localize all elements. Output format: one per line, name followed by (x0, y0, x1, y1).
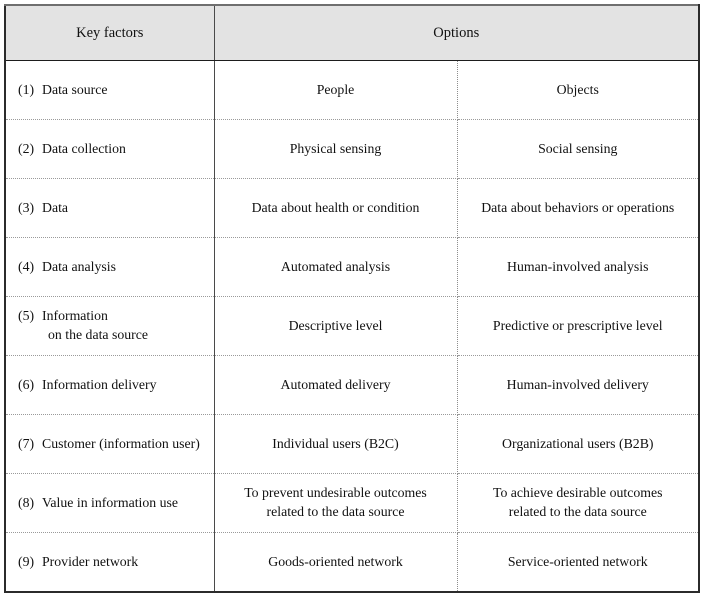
option-a-line-1: Automated analysis (280, 258, 391, 274)
key-factor-label: Data collection (42, 140, 126, 156)
option-b-line-1: Objects (556, 81, 599, 97)
key-factor-cell: (1) Data source (5, 60, 215, 120)
key-factor-label: Information (42, 308, 108, 324)
key-factor-label: Provider network (42, 553, 139, 569)
key-factor-label: Value in information use (42, 494, 179, 510)
option-b-cell: To achieve desirable outcomes related to… (457, 473, 700, 533)
key-factor-cell: (8) Value in information use (5, 473, 215, 533)
row-number: (7) (18, 435, 35, 451)
option-b-cell: Human-involved delivery (457, 355, 700, 415)
key-factor-cell: (5) Information on the data source (5, 296, 215, 356)
option-b-cell: Social sensing (457, 119, 700, 179)
row-number: (2) (18, 140, 35, 156)
option-a-line-1: Data about health or condition (251, 199, 420, 215)
option-b-line-1: Social sensing (538, 140, 618, 156)
option-b-line-1: Organizational users (B2B) (502, 435, 654, 451)
option-a-line-1: Individual users (B2C) (272, 435, 399, 451)
option-a-cell: People (214, 60, 458, 120)
option-b-cell: Service-oriented network (457, 532, 700, 592)
option-a-line-2: related to the data source (266, 504, 405, 519)
row-number: (4) (18, 258, 35, 274)
option-b-line-1: Human-involved delivery (506, 376, 649, 392)
option-a-cell: Data about health or condition (214, 178, 458, 238)
row-number: (1) (18, 81, 35, 97)
key-factor-label: Data analysis (42, 258, 116, 274)
option-b-line-2: related to the data source (508, 504, 647, 519)
key-factor-label: Data source (42, 81, 108, 97)
option-a-cell: Descriptive level (214, 296, 458, 356)
table-row: (2) Data collection Physical sensing Soci… (5, 119, 700, 179)
option-a-line-1: Automated delivery (280, 376, 391, 392)
option-a-line-1: People (316, 81, 355, 97)
table-header: Key factors Options (5, 5, 700, 61)
table-row: (3) Data Data about health or condition D… (5, 178, 700, 238)
key-factor-cell: (7) Customer (information user) (5, 414, 215, 474)
option-a-cell: To prevent undesirable outcomes related … (214, 473, 458, 533)
option-a-cell: Goods-oriented network (214, 532, 458, 592)
key-factors-options-table: Key factors Options (1) Data source Peopl… (4, 4, 701, 593)
column-header-key-factors: Key factors (5, 5, 215, 61)
option-b-line-1: To achieve desirable outcomes (493, 485, 663, 501)
row-number: (8) (18, 494, 35, 510)
table-row: (5) Information on the data source Descri… (5, 296, 700, 356)
row-number: (3) (18, 199, 35, 215)
table-page: Key factors Options (1) Data source Peopl… (0, 0, 701, 593)
table-row: (9) Provider network Goods-oriented netwo… (5, 532, 700, 592)
option-b-line-1: Human-involved analysis (507, 258, 649, 274)
option-a-line-1: Physical sensing (289, 140, 382, 156)
option-a-line-1: To prevent undesirable outcomes (244, 485, 427, 501)
table-row: (7) Customer (information user) Individua… (5, 414, 700, 474)
option-b-line-1: Predictive or prescriptive level (492, 317, 663, 333)
key-factor-cell: (2) Data collection (5, 119, 215, 179)
key-factor-label: Customer (information user) (42, 435, 200, 451)
table-row: (6) Information delivery Automated delive… (5, 355, 700, 415)
option-a-cell: Individual users (B2C) (214, 414, 458, 474)
option-b-line-1: Service-oriented network (507, 553, 648, 569)
option-b-cell: Objects (457, 60, 700, 120)
option-a-line-1: Goods-oriented network (268, 553, 403, 569)
option-b-cell: Organizational users (B2B) (457, 414, 700, 474)
key-factor-label: Information delivery (42, 376, 157, 392)
key-factor-label-line-2: on the data source (48, 327, 148, 342)
option-a-cell: Automated analysis (214, 237, 458, 297)
key-factor-cell: (6) Information delivery (5, 355, 215, 415)
row-number: (5) (18, 308, 35, 324)
table-body: (1) Data source People Objects (2) Data co… (5, 60, 700, 592)
key-factor-cell: (4) Data analysis (5, 237, 215, 297)
option-a-cell: Physical sensing (214, 119, 458, 179)
table-row: (8) Value in information use To prevent u… (5, 473, 700, 533)
header-row: Key factors Options (5, 5, 700, 61)
option-b-line-1: Data about behaviors or operations (481, 199, 675, 215)
table-row: (1) Data source People Objects (5, 60, 700, 120)
key-factor-cell: (9) Provider network (5, 532, 215, 592)
row-number: (9) (18, 553, 35, 569)
table-row: (4) Data analysis Automated analysis Huma… (5, 237, 700, 297)
key-factor-cell: (3) Data (5, 178, 215, 238)
option-b-cell: Human-involved analysis (457, 237, 700, 297)
key-factor-label: Data (42, 199, 69, 215)
option-a-line-1: Descriptive level (288, 317, 383, 333)
column-header-options: Options (214, 5, 700, 61)
option-a-cell: Automated delivery (214, 355, 458, 415)
row-number: (6) (18, 376, 35, 392)
option-b-cell: Predictive or prescriptive level (457, 296, 700, 356)
option-b-cell: Data about behaviors or operations (457, 178, 700, 238)
